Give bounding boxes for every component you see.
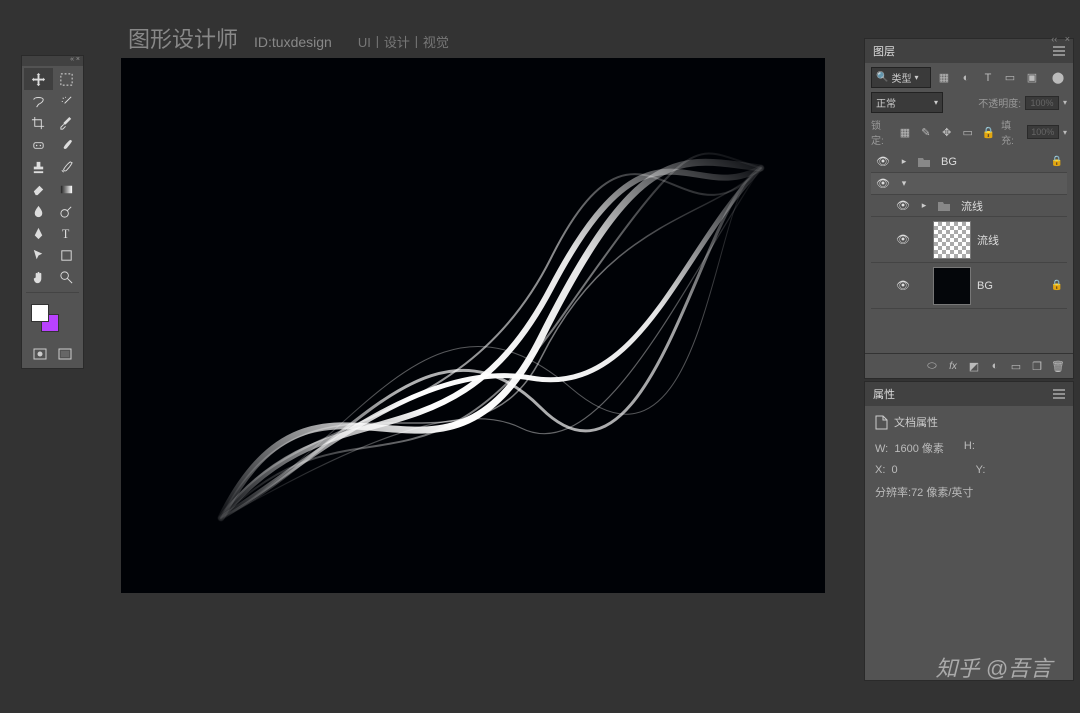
layer-name[interactable]: BG bbox=[971, 280, 1047, 292]
stamp-tool[interactable] bbox=[24, 156, 53, 178]
folder-icon bbox=[917, 156, 931, 168]
shape-tool[interactable] bbox=[53, 244, 82, 266]
history-brush-tool[interactable] bbox=[53, 156, 82, 178]
visibility-icon[interactable]: 👁 bbox=[891, 233, 915, 246]
quickmask-icon[interactable] bbox=[31, 346, 49, 362]
layer-thumbnail[interactable] bbox=[933, 267, 971, 305]
svg-text:T: T bbox=[62, 227, 70, 241]
new-layer-icon[interactable]: ❐ bbox=[1028, 358, 1046, 374]
chevron-down-icon[interactable]: ▾ bbox=[895, 178, 913, 189]
doc-props-label: 文档属性 bbox=[894, 414, 938, 430]
fill-label: 填充: bbox=[1001, 117, 1022, 147]
color-swatches[interactable] bbox=[26, 302, 79, 338]
magic-wand-tool[interactable] bbox=[53, 90, 82, 112]
lock-pixels-icon[interactable]: ✎ bbox=[917, 124, 934, 140]
lock-position-icon[interactable]: ✥ bbox=[938, 124, 955, 140]
lock-icon[interactable]: 🔒 bbox=[1047, 156, 1067, 167]
lock-artboard-icon[interactable]: ▭ bbox=[959, 124, 976, 140]
layer-filter-dropdown[interactable]: 🔍类型▾ bbox=[871, 67, 931, 88]
layer-name[interactable]: 流线 bbox=[955, 198, 1067, 214]
header-id: ID:tuxdesign bbox=[254, 34, 332, 50]
layer-thumbnail[interactable] bbox=[933, 221, 971, 259]
layer-name[interactable]: BG bbox=[935, 156, 1047, 168]
blur-tool[interactable] bbox=[24, 200, 53, 222]
adjustment-icon[interactable]: ◐ bbox=[986, 358, 1004, 374]
header: 图形设计师 ID:tuxdesign UI丨设计丨视觉 bbox=[128, 22, 449, 54]
screenmode-icon[interactable] bbox=[56, 346, 74, 362]
filter-type-icon[interactable]: T bbox=[979, 70, 997, 86]
panel-menu-icon[interactable] bbox=[1053, 389, 1065, 399]
delete-icon[interactable]: 🗑 bbox=[1049, 358, 1067, 374]
layer-name[interactable]: 流线 bbox=[971, 232, 1067, 248]
foreground-color-swatch[interactable] bbox=[31, 304, 49, 322]
patch-tool[interactable] bbox=[24, 134, 53, 156]
lock-all-icon[interactable]: 🔒 bbox=[980, 124, 997, 140]
layer-group-open[interactable]: 👁 ▾ bbox=[871, 173, 1067, 195]
header-links: UI丨设计丨视觉 bbox=[358, 32, 449, 51]
layer-flowline[interactable]: 👁 流线 bbox=[871, 217, 1067, 263]
eraser-tool[interactable] bbox=[24, 178, 53, 200]
opacity-label: 不透明度: bbox=[978, 95, 1021, 110]
canvas[interactable] bbox=[121, 58, 825, 593]
layer-group-bg[interactable]: 👁 ▸ BG 🔒 bbox=[871, 151, 1067, 173]
filter-pixel-icon[interactable]: ▦ bbox=[935, 70, 953, 86]
layer-bg[interactable]: 👁 BG 🔒 bbox=[871, 263, 1067, 309]
fx-icon[interactable]: fx bbox=[944, 358, 962, 374]
blend-mode-dropdown[interactable]: 正常▾ bbox=[871, 92, 943, 113]
visibility-icon[interactable]: 👁 bbox=[891, 199, 915, 212]
filter-smart-icon[interactable]: ▣ bbox=[1023, 70, 1041, 86]
fill-value[interactable]: 100% bbox=[1027, 125, 1059, 139]
toolbar-handle[interactable]: « × bbox=[22, 56, 83, 66]
lock-transparency-icon[interactable]: ▦ bbox=[896, 124, 913, 140]
opacity-value[interactable]: 100% bbox=[1025, 96, 1059, 110]
pen-tool[interactable] bbox=[24, 222, 53, 244]
brush-tool[interactable] bbox=[53, 134, 82, 156]
x-label: X: bbox=[875, 464, 885, 476]
layers-footer: ⬭ fx ◩ ◐ ▭ ❐ 🗑 bbox=[865, 353, 1073, 378]
document-icon bbox=[875, 415, 888, 430]
toolbar: « × T bbox=[21, 55, 84, 369]
marquee-tool[interactable] bbox=[53, 68, 82, 90]
dodge-tool[interactable] bbox=[53, 200, 82, 222]
type-tool[interactable]: T bbox=[53, 222, 82, 244]
x-value: 0 bbox=[892, 464, 898, 476]
res-label: 分辨率: bbox=[875, 487, 911, 499]
crop-tool[interactable] bbox=[24, 112, 53, 134]
layers-panel: 图层 🔍类型▾ ▦ ◐ T ▭ ▣ ⬤ 正常▾ 不透明度: 100% bbox=[864, 38, 1074, 379]
properties-panel-title: 属性 bbox=[873, 386, 895, 402]
panel-menu-icon[interactable] bbox=[1053, 46, 1065, 56]
visibility-icon[interactable]: 👁 bbox=[871, 177, 895, 190]
hand-tool[interactable] bbox=[24, 266, 53, 288]
eyedropper-tool[interactable] bbox=[53, 112, 82, 134]
w-value: 1600 像素 bbox=[894, 443, 944, 455]
zoom-tool[interactable] bbox=[53, 266, 82, 288]
visibility-icon[interactable]: 👁 bbox=[891, 279, 915, 292]
layer-sub-folder[interactable]: 👁 ▸ 流线 bbox=[871, 195, 1067, 217]
move-tool[interactable] bbox=[24, 68, 53, 90]
link-layers-icon[interactable]: ⬭ bbox=[923, 358, 941, 374]
group-icon[interactable]: ▭ bbox=[1007, 358, 1025, 374]
h-label: H: bbox=[964, 440, 975, 456]
lock-icon[interactable]: 🔒 bbox=[1047, 280, 1067, 291]
layers-panel-title: 图层 bbox=[873, 43, 895, 59]
lock-label: 锁定: bbox=[871, 117, 892, 147]
res-value: 72 像素/英寸 bbox=[911, 487, 973, 499]
gradient-tool[interactable] bbox=[53, 178, 82, 200]
watermark: 知乎 @吾言 bbox=[936, 651, 1052, 683]
w-label: W: bbox=[875, 443, 888, 455]
visibility-icon[interactable]: 👁 bbox=[871, 155, 895, 168]
filter-toggle-icon[interactable]: ⬤ bbox=[1049, 70, 1067, 86]
chevron-right-icon[interactable]: ▸ bbox=[915, 200, 933, 211]
filter-adjust-icon[interactable]: ◐ bbox=[957, 70, 975, 86]
properties-panel: 属性 文档属性 W: 1600 像素 H: X: 0 Y: 分辨率:72 像素/… bbox=[864, 381, 1074, 681]
y-label: Y: bbox=[976, 464, 986, 476]
folder-icon bbox=[937, 200, 951, 212]
chevron-right-icon[interactable]: ▸ bbox=[895, 156, 913, 167]
mask-icon[interactable]: ◩ bbox=[965, 358, 983, 374]
path-select-tool[interactable] bbox=[24, 244, 53, 266]
header-title: 图形设计师 bbox=[128, 22, 238, 54]
lasso-tool[interactable] bbox=[24, 90, 53, 112]
filter-shape-icon[interactable]: ▭ bbox=[1001, 70, 1019, 86]
